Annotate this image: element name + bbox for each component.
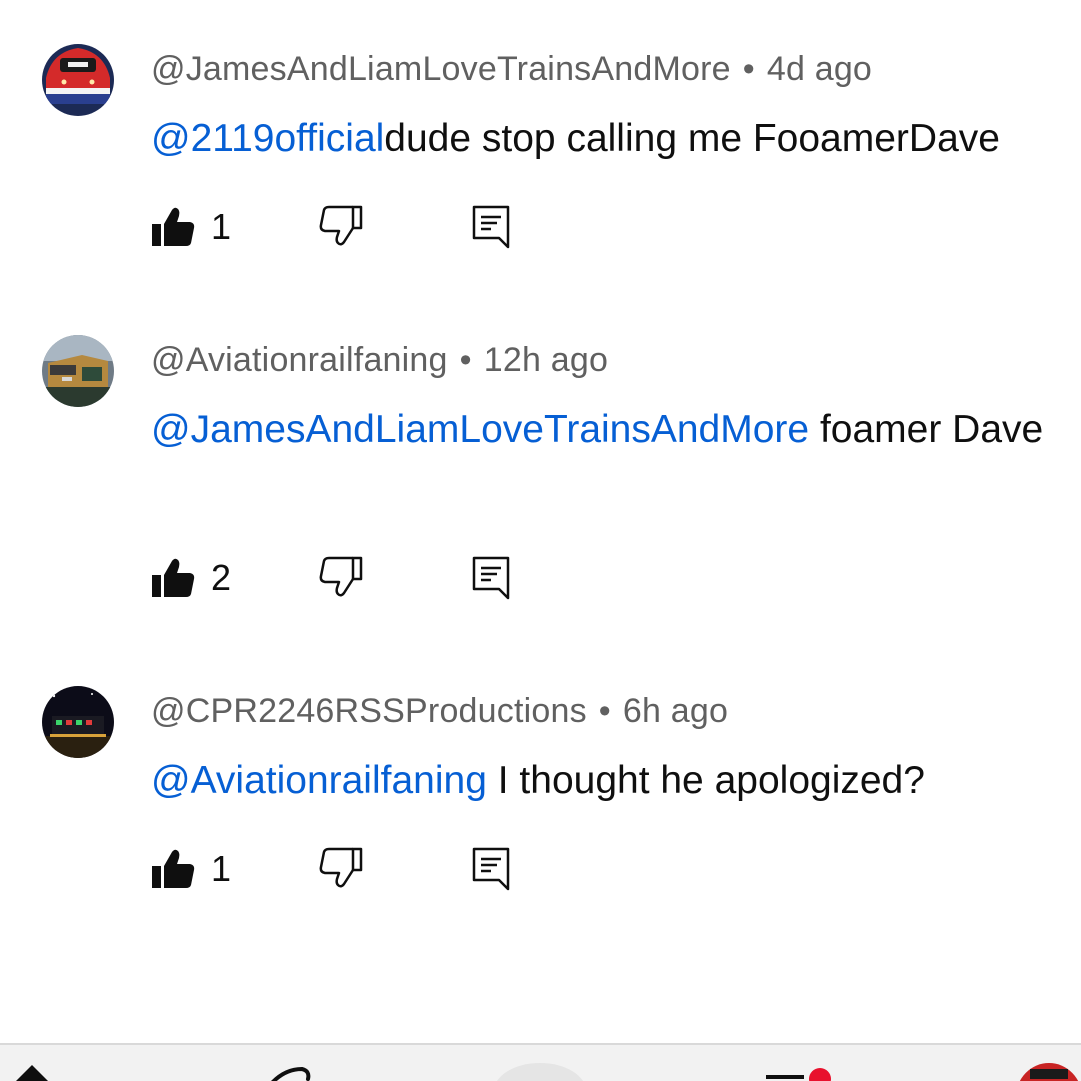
reply-button[interactable]: [471, 555, 511, 606]
shorts-icon: [271, 1066, 311, 1081]
red-locomotive-avatar: [42, 44, 114, 116]
mention-link[interactable]: @JamesAndLiamLoveTrainsAndMore: [151, 408, 809, 451]
mention-link[interactable]: @Aviationrailfaning: [151, 759, 487, 802]
like-count: 2: [211, 557, 232, 598]
comment-body: I thought he apologized?: [486, 759, 925, 802]
comment-thread: @JamesAndLiamLoveTrainsAndMore • 4d ago @2…: [0, 0, 1081, 1081]
comment-meta: @Aviationrailfaning • 12h ago: [151, 341, 608, 380]
thumbs-up-icon: [152, 849, 195, 888]
home-icon: [16, 1065, 48, 1081]
meta-separator: •: [598, 692, 611, 730]
thumbs-down-icon: [319, 205, 363, 246]
reply-icon: [472, 205, 510, 249]
like-count: 1: [211, 848, 232, 889]
dislike-button[interactable]: [319, 846, 363, 893]
author-name[interactable]: @CPR2246RSSProductions: [151, 692, 587, 730]
like-count: 1: [211, 206, 232, 247]
create-icon: [497, 1063, 583, 1081]
meta-separator: •: [742, 50, 755, 88]
nav-profile[interactable]: [1016, 1045, 1081, 1081]
thumbs-up-icon: [152, 207, 195, 246]
comment-time: 4d ago: [766, 50, 873, 88]
comment-text: @JamesAndLiamLoveTrainsAndMore foamer Da…: [151, 399, 1071, 460]
comment-time: 6h ago: [622, 692, 729, 730]
nav-create[interactable]: [494, 1045, 586, 1081]
night-train-avatar: [42, 686, 114, 758]
like-button[interactable]: 1: [151, 204, 231, 250]
comment-meta: @JamesAndLiamLoveTrainsAndMore • 4d ago: [151, 50, 872, 89]
nav-home[interactable]: [12, 1045, 52, 1081]
comment-time: 12h ago: [483, 341, 609, 379]
thumbs-down-icon: [319, 556, 363, 597]
comment-meta: @CPR2246RSSProductions • 6h ago: [151, 692, 728, 731]
like-button[interactable]: 2: [151, 555, 231, 601]
dislike-button[interactable]: [319, 204, 363, 251]
nav-shorts[interactable]: [264, 1045, 314, 1081]
author-avatar[interactable]: [42, 44, 114, 116]
author-name[interactable]: @Aviationrailfaning: [151, 341, 448, 379]
profile-avatar: [1019, 1063, 1079, 1081]
reply-icon: [472, 556, 510, 600]
reply-button[interactable]: [471, 204, 511, 255]
comment-body: dude stop calling me FooamerDave: [384, 117, 1000, 160]
bottom-navigation: [0, 1043, 1081, 1081]
comment-text: @Aviationrailfaning I thought he apologi…: [151, 750, 1071, 811]
comment-text: @2119officialdude stop calling me Fooame…: [151, 108, 1071, 169]
author-avatar[interactable]: [42, 335, 114, 407]
thumbs-down-icon: [319, 847, 363, 888]
dislike-button[interactable]: [319, 555, 363, 602]
nav-subscriptions[interactable]: [760, 1045, 840, 1081]
meta-separator: •: [459, 341, 472, 379]
author-avatar[interactable]: [42, 686, 114, 758]
comment-body: foamer Dave: [809, 408, 1044, 451]
thumbs-up-icon: [152, 558, 195, 597]
reply-button[interactable]: [471, 846, 511, 897]
like-button[interactable]: 1: [151, 846, 231, 892]
subscriptions-icon: [766, 1068, 831, 1081]
freight-locomotive-avatar: [42, 335, 114, 407]
mention-link[interactable]: @2119official: [151, 117, 384, 160]
author-name[interactable]: @JamesAndLiamLoveTrainsAndMore: [151, 50, 731, 88]
reply-icon: [472, 847, 510, 891]
